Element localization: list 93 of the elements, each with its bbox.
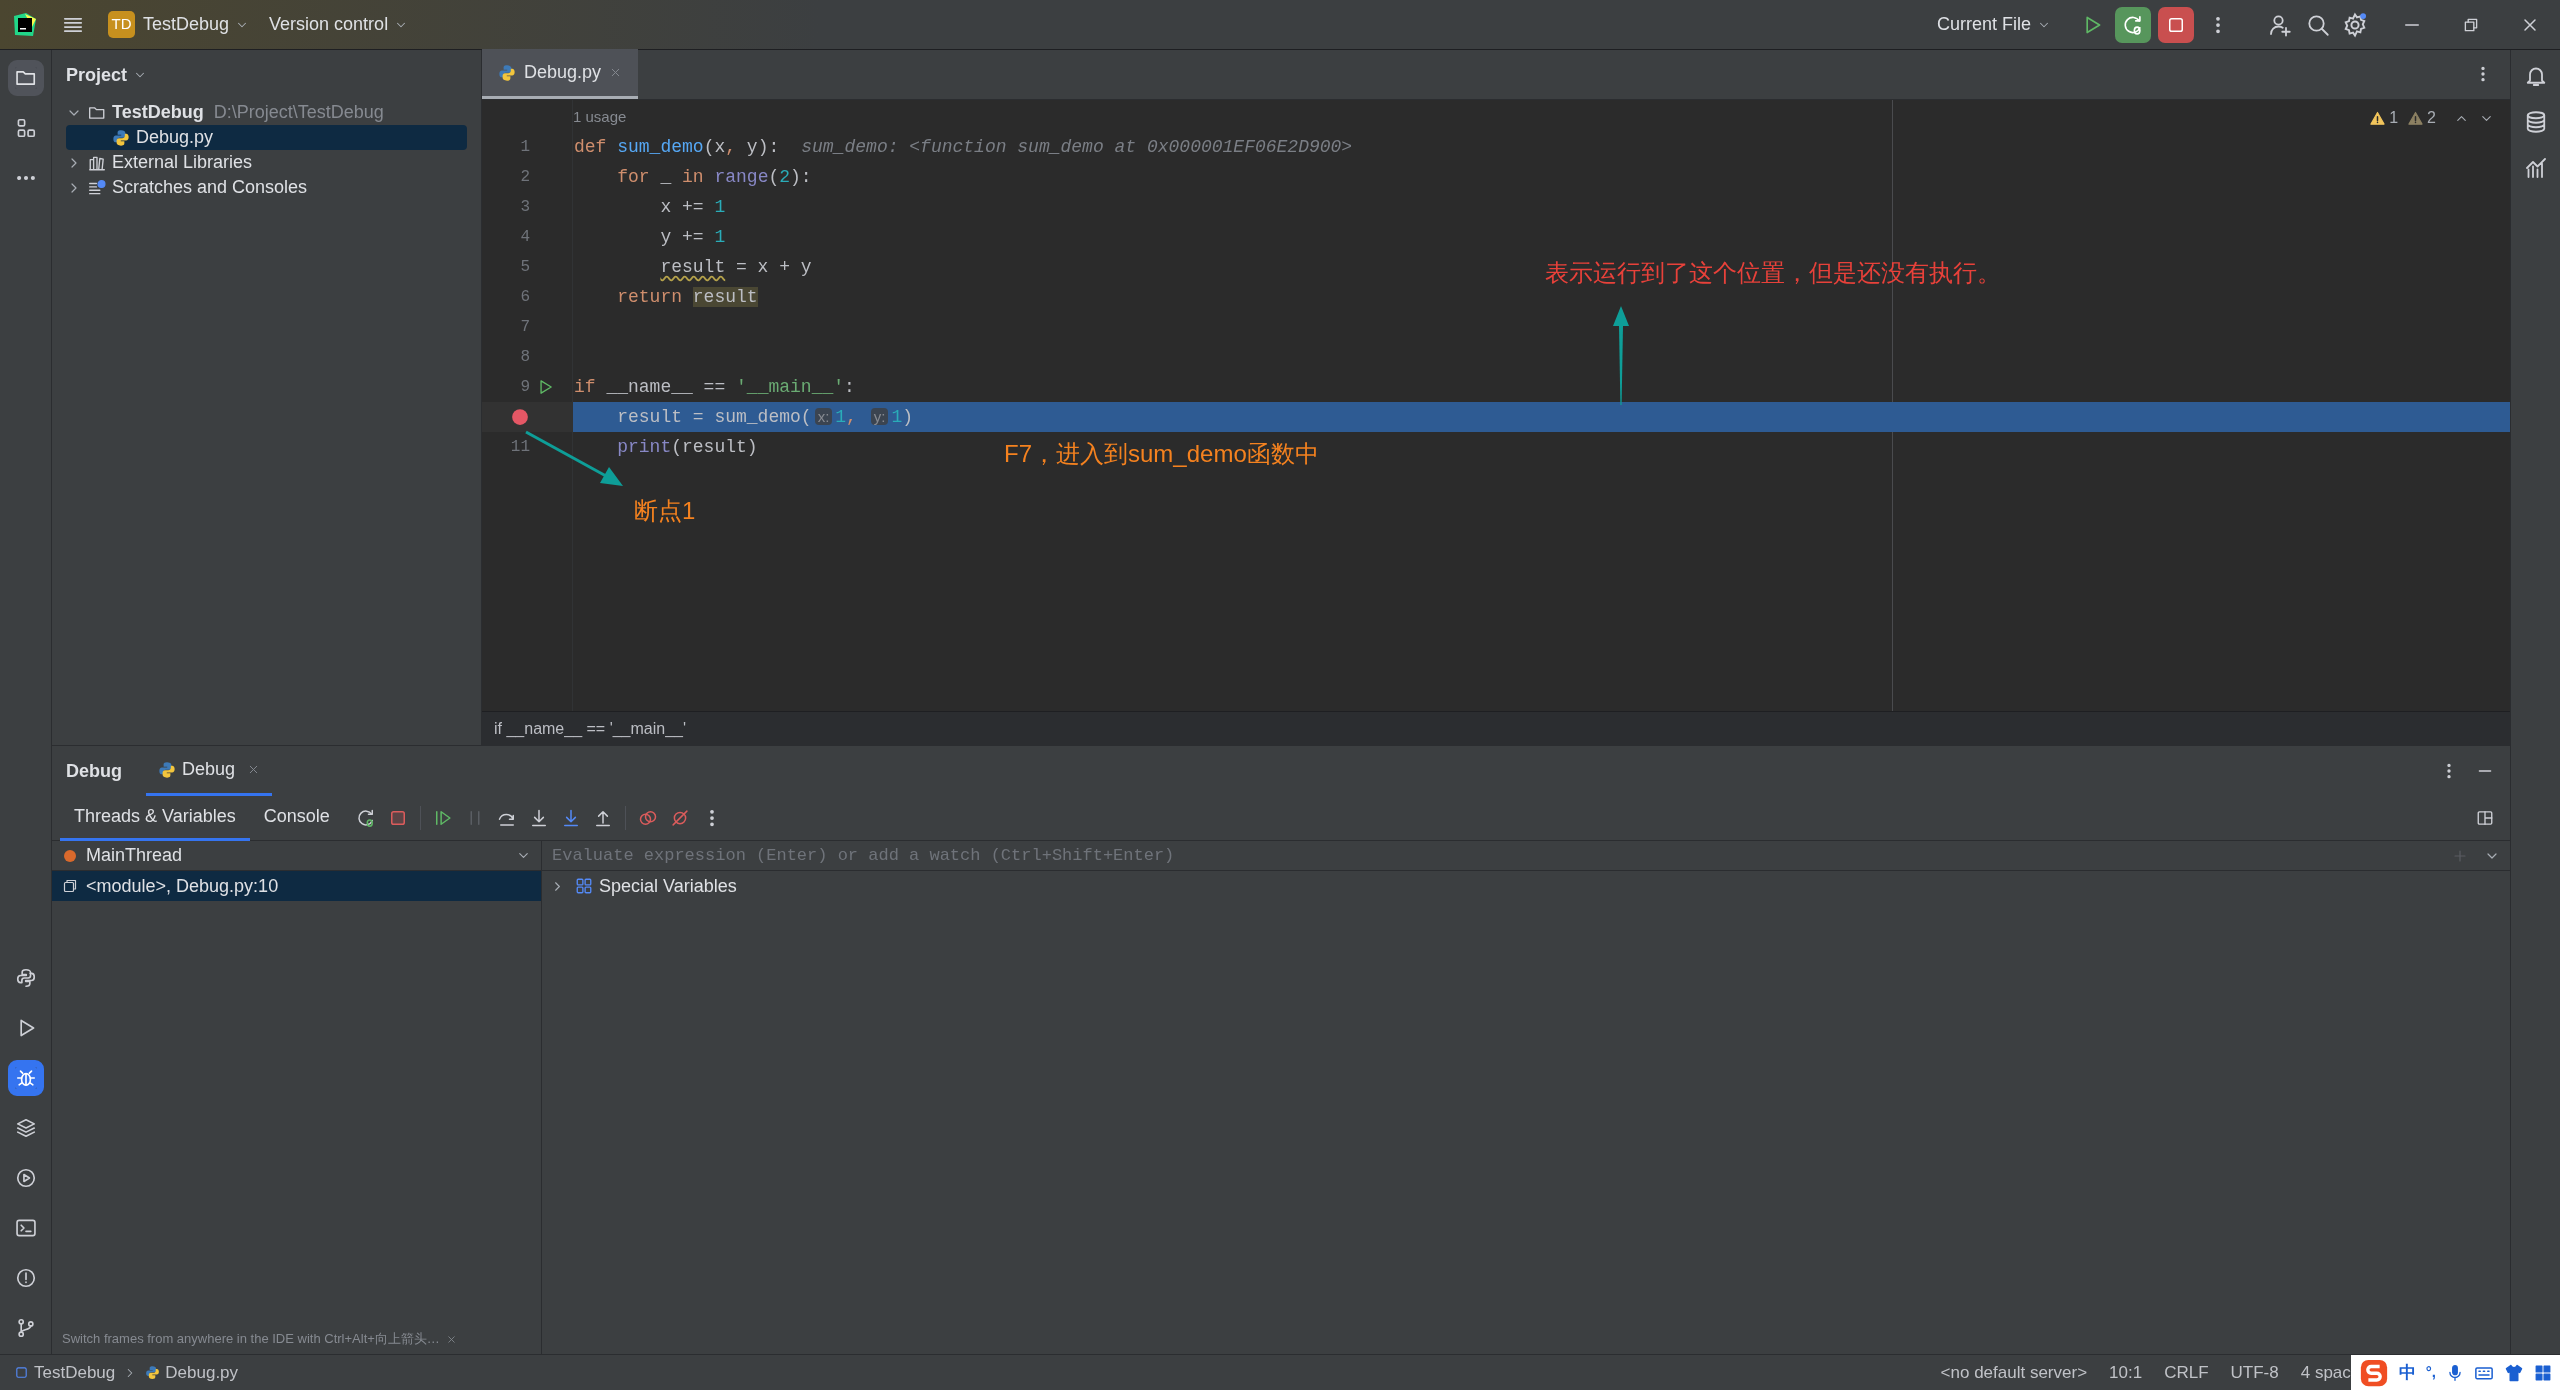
- layout-icon[interactable]: [2476, 809, 2494, 827]
- app-logo-icon[interactable]: [12, 11, 38, 38]
- line-number: 9: [520, 377, 530, 398]
- python-file-icon: [112, 128, 130, 147]
- line-number: 6: [520, 287, 530, 308]
- debug-subtab[interactable]: Threads & Variables: [60, 795, 250, 841]
- line-number: 5: [520, 257, 530, 278]
- line-number: 8: [520, 347, 530, 368]
- variable-name[interactable]: Special Variables: [599, 872, 737, 900]
- code-line: def sum_demo(x, y):: [574, 135, 780, 159]
- line-number: 1: [520, 137, 530, 158]
- status-item[interactable]: <no default server>: [1940, 1359, 2088, 1386]
- tree-item[interactable]: Debug.py: [66, 125, 467, 150]
- status-item[interactable]: CRLF: [2164, 1359, 2209, 1386]
- code-line: result = sum_demo( x: 1, y: 1): [617, 405, 913, 429]
- python-file-icon: [158, 760, 176, 779]
- code-line: if __name__ == '__main__':: [574, 375, 855, 399]
- weak-warning-icon[interactable]: [2408, 110, 2424, 126]
- ime-logo-icon[interactable]: [2358, 1357, 2389, 1388]
- grid-icon[interactable]: [2534, 1363, 2552, 1382]
- problems-icon[interactable]: [14, 1267, 37, 1289]
- usage-hint[interactable]: 1 usage: [573, 105, 627, 129]
- code-line: x += 1: [660, 195, 726, 219]
- run-configuration-selector[interactable]: Current File: [1936, 11, 2031, 38]
- tree-item-label: Debug.py: [136, 126, 214, 149]
- project-badge: TD: [108, 11, 135, 38]
- project-switcher[interactable]: TestDebug: [143, 11, 230, 38]
- shirt-icon[interactable]: [2504, 1362, 2524, 1383]
- code-line: y += 1: [660, 225, 726, 249]
- tree-item[interactable]: Scratches and Consoles: [66, 175, 467, 200]
- rerun-bug-icon: [2122, 13, 2144, 36]
- line-number: 3: [520, 197, 530, 218]
- inline-value: sum_demo: <function sum_demo at 0x000001EF06E2D900>: [801, 135, 1353, 159]
- breakpoint-icon[interactable]: [511, 408, 529, 426]
- add-user-icon[interactable]: [2268, 12, 2292, 37]
- breakpoints-icon[interactable]: [637, 808, 658, 828]
- breadcrumb[interactable]: Debug.py: [165, 1359, 239, 1386]
- terminal-icon[interactable]: [14, 1217, 37, 1239]
- services-icon[interactable]: [14, 1167, 37, 1189]
- warning-count[interactable]: 1: [2389, 106, 2399, 130]
- status-item[interactable]: 4 spac: [2300, 1359, 2351, 1386]
- layers-icon[interactable]: [14, 1117, 37, 1139]
- frame-label: <module>, Debug.py:10: [86, 874, 279, 898]
- ime-mode[interactable]: 中: [2398, 1359, 2416, 1386]
- settings-icon[interactable]: [2342, 11, 2368, 38]
- ime-punctuation[interactable]: °,: [2425, 1361, 2436, 1384]
- line-number: 7: [520, 317, 530, 338]
- hint-text: Switch frames from anywhere in the IDE with Ctrl+Alt+向上箭头…: [62, 1330, 440, 1349]
- scratches-icon: [88, 178, 106, 197]
- python-console-icon[interactable]: [14, 967, 37, 989]
- annotation-text: F7，进入到sum_demo函数中: [1004, 439, 1319, 469]
- status-dot-icon: [62, 847, 78, 864]
- chart-icon[interactable]: [2523, 156, 2548, 180]
- tree-item-label: Scratches and Consoles: [112, 176, 308, 199]
- warning-icon[interactable]: [2370, 110, 2386, 126]
- evaluate-expression-field[interactable]: Evaluate expression (Enter) or add a watch (Ctrl+Shift+Enter): [542, 841, 2452, 870]
- stop-button[interactable]: [2158, 6, 2194, 43]
- frame-icon: [62, 878, 78, 894]
- vcs-menu[interactable]: Version control: [269, 11, 389, 38]
- breadcrumb[interactable]: TestDebug: [34, 1359, 116, 1386]
- variables-group-icon: [575, 877, 593, 895]
- line-number: 11: [510, 437, 530, 458]
- debug-session-tab[interactable]: Debug: [146, 746, 273, 796]
- breadcrumb[interactable]: if __name__ == '__main__': [494, 716, 687, 741]
- tree-item-label: External Libraries: [112, 151, 253, 174]
- editor-tab[interactable]: Debug.py: [482, 49, 639, 99]
- microphone-icon[interactable]: [2446, 1363, 2464, 1382]
- line-number: 2: [520, 167, 530, 188]
- code-line: result = x + y: [660, 255, 812, 279]
- line-number: 4: [520, 227, 530, 248]
- tree-item[interactable]: External Libraries: [66, 150, 467, 175]
- search-icon[interactable]: [2306, 12, 2330, 37]
- debug-button[interactable]: [2115, 6, 2151, 43]
- module-icon: [14, 1365, 29, 1380]
- project-path: D:\Project\TestDebug: [213, 101, 384, 124]
- code-line: for _ in range(2):: [617, 165, 812, 189]
- annotation-text: 表示运行到了这个位置，但是还没有执行。: [1545, 258, 2001, 288]
- status-item[interactable]: UTF-8: [2230, 1359, 2279, 1386]
- project-view-title[interactable]: Project: [66, 61, 128, 89]
- python-file-icon: [498, 63, 516, 82]
- rerun-icon[interactable]: [355, 808, 376, 828]
- annotation-text: 断点1: [634, 496, 696, 526]
- frame-item[interactable]: <module>, Debug.py:10: [52, 871, 541, 901]
- status-item[interactable]: 10:1: [2109, 1359, 2143, 1386]
- warning-count[interactable]: 2: [2427, 106, 2436, 130]
- debug-subtab[interactable]: Console: [249, 795, 344, 841]
- panel-title: Debug: [66, 759, 122, 783]
- code-line: print(result): [617, 435, 758, 459]
- python-file-icon: [145, 1365, 161, 1380]
- tree-item[interactable]: TestDebug D:\Project\TestDebug: [66, 100, 467, 125]
- code-line: return result: [617, 285, 758, 309]
- tree-item-label: TestDebug: [112, 101, 204, 124]
- thread-selector[interactable]: MainThread: [86, 842, 183, 869]
